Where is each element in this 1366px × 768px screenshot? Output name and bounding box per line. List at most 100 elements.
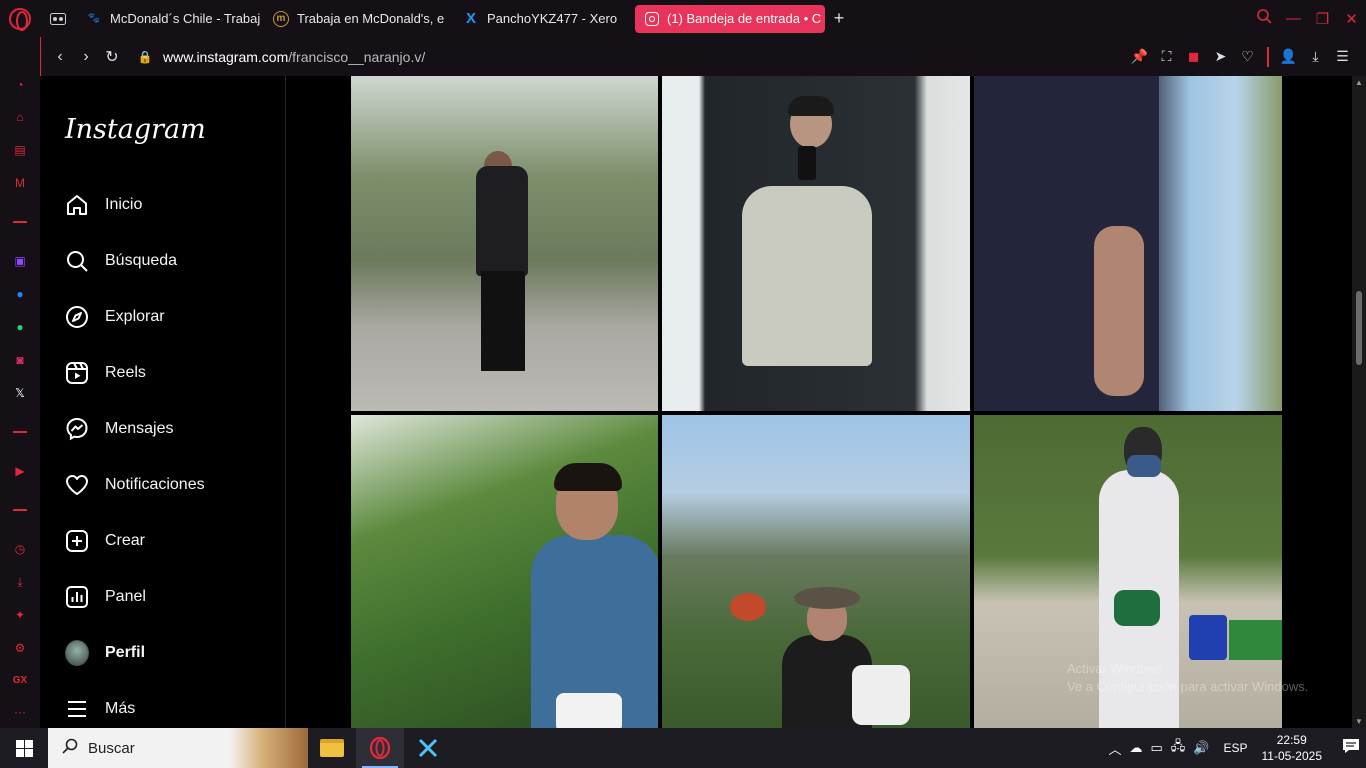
tab-title: PanchoYKZ477 - Xero [487,11,618,26]
speed-dial-icon[interactable]: ◔ [10,75,30,95]
gx-control-icon[interactable]: ⌂ [10,107,30,127]
photo-detail [730,593,766,621]
post-thumbnail[interactable] [974,76,1282,411]
opera-gx-button[interactable] [356,728,404,768]
more-icon[interactable]: ··· [10,702,30,722]
account-icon[interactable]: 👤 [1275,48,1302,65]
settings-icon[interactable]: ⚙ [10,638,30,658]
reload-icon[interactable]: ↻ [99,47,125,67]
home-icon [65,193,89,217]
opera-logo-icon[interactable] [0,0,40,37]
x-icon: X [465,10,476,27]
workspace-icon[interactable] [40,0,76,37]
send-icon[interactable]: ➤ [1207,48,1234,65]
scroll-down-icon[interactable]: ▼ [1355,717,1363,726]
post-thumbnail[interactable] [662,415,970,728]
nav-item-mensajes[interactable]: Mensajes [65,409,275,449]
watermark-text: Ve a Configuración para activar Windows. [1067,679,1309,694]
nav-label: Explorar [105,308,165,325]
gmail-icon[interactable]: M [10,173,30,193]
photo-detail [1229,620,1282,660]
nav-item-reels[interactable]: Reels [65,353,275,393]
nav-label: Búsqueda [105,252,178,269]
instagram-sidebar: Instagram Inicio Búsqueda Explorar Reels… [41,76,286,728]
page-scrollbar[interactable]: ▲ ▼ [1352,76,1366,728]
reels-icon [65,361,89,385]
download-icon[interactable]: ⤓ [1302,48,1329,65]
back-icon[interactable]: ‹ [47,48,73,66]
tab-instagram-inbox[interactable]: (1) Bandeja de entrada • C [635,4,825,33]
folder-icon [320,739,344,757]
pocket-icon[interactable]: ◼ [1180,48,1207,65]
easy-setup-icon[interactable]: ☰ [1329,48,1356,65]
battery-icon[interactable]: ▭ [1151,740,1163,756]
url-field[interactable]: www.instagram.com/francisco__naranjo.v/ [163,49,425,65]
new-tab-button[interactable]: + [827,7,851,31]
volume-icon[interactable]: 🔊 [1193,740,1209,756]
instagram-sidebar-icon[interactable]: ◙ [10,350,30,370]
notifications-icon[interactable] [1336,738,1366,759]
post-thumbnail[interactable] [351,415,658,728]
opera-icon [369,737,391,759]
clock[interactable]: 22:59 11-05-2025 [1262,732,1323,764]
language-indicator[interactable]: ESP [1223,741,1247,755]
weather-icon[interactable]: ☁ [1130,740,1143,756]
file-explorer-button[interactable] [308,728,356,768]
history-icon[interactable]: ◷ [10,539,30,559]
system-tray: ︿ ☁ ▭ 🖧 🔊 ESP 22:59 11-05-2025 [1104,728,1366,768]
search-tabs-icon[interactable] [1250,9,1279,28]
photo-detail [556,693,622,728]
start-button[interactable] [0,728,48,768]
restore-icon[interactable]: ❐ [1308,10,1337,28]
scroll-up-icon[interactable]: ▲ [1355,78,1363,87]
nav-item-inicio[interactable]: Inicio [65,185,275,225]
instagram-logo[interactable]: Instagram [65,114,206,145]
nav-item-panel[interactable]: Panel [65,577,275,617]
x-sidebar-icon[interactable]: 𝕏 [10,383,30,403]
gx-corner-icon[interactable]: ▤ [10,140,30,160]
address-bar-actions: 📌 ⛶ ◼ ➤ ♡ 👤 ⤓ ☰ [1126,37,1356,76]
tab-title: (1) Bandeja de entrada • C [667,11,822,26]
messenger-icon[interactable]: ● [10,284,30,304]
nav-item-crear[interactable]: Crear [65,521,275,561]
tab-x-profile[interactable]: X PanchoYKZ477 - Xero [453,5,633,33]
lock-icon[interactable]: 🔒 [137,50,153,64]
post-thumbnail[interactable] [662,76,970,411]
forward-icon[interactable]: › [73,48,99,66]
x-app-icon [418,738,438,758]
network-icon[interactable]: 🖧 [1171,737,1186,759]
pin-icon[interactable]: 📌 [1126,48,1153,65]
twitch-icon[interactable]: ▣ [10,251,30,271]
close-icon[interactable]: ✕ [1337,10,1366,28]
extensions-icon[interactable]: ✦ [10,605,30,625]
minimize-icon[interactable]: — [1279,10,1308,27]
tab-title: Trabaja en McDonald's, e [297,11,445,26]
scrollbar-thumb[interactable] [1356,291,1362,365]
watermark-title: Activar Windows [1067,661,1164,676]
downloads-icon[interactable]: ⤓ [10,572,30,592]
gx-logo-icon[interactable]: GX [10,670,30,690]
x-app-button[interactable] [404,728,452,768]
taskbar-search[interactable]: Buscar [48,728,308,768]
nav-item-busqueda[interactable]: Búsqueda [65,241,275,281]
bookmark-heart-icon[interactable]: ♡ [1234,48,1261,65]
post-thumbnail[interactable] [351,76,658,411]
nav-item-notificaciones[interactable]: Notificaciones [65,465,275,505]
messenger-icon [65,417,89,441]
tab-mcdonalds-chile[interactable]: 🐾 McDonald´s Chile - Trabaj [76,5,261,33]
nav-item-perfil[interactable]: Perfil [65,633,275,673]
whatsapp-icon[interactable]: ● [10,317,30,337]
menu-icon [65,697,89,721]
snapshot-icon[interactable]: ⛶ [1153,48,1180,65]
windows-logo-icon [15,739,33,757]
sidebar-divider [13,221,27,223]
player-icon[interactable]: ▶ [10,461,30,481]
nav-label: Notificaciones [105,476,205,493]
search-icon [62,738,78,759]
photo-detail [788,96,834,116]
nav-item-mas[interactable]: Más [65,689,275,729]
tab-trabaja-mcdonalds[interactable]: m Trabaja en McDonald's, e [263,5,451,33]
chevron-up-icon[interactable]: ︿ [1108,739,1121,758]
nav-item-explorar[interactable]: Explorar [65,297,275,337]
avatar [65,640,89,666]
